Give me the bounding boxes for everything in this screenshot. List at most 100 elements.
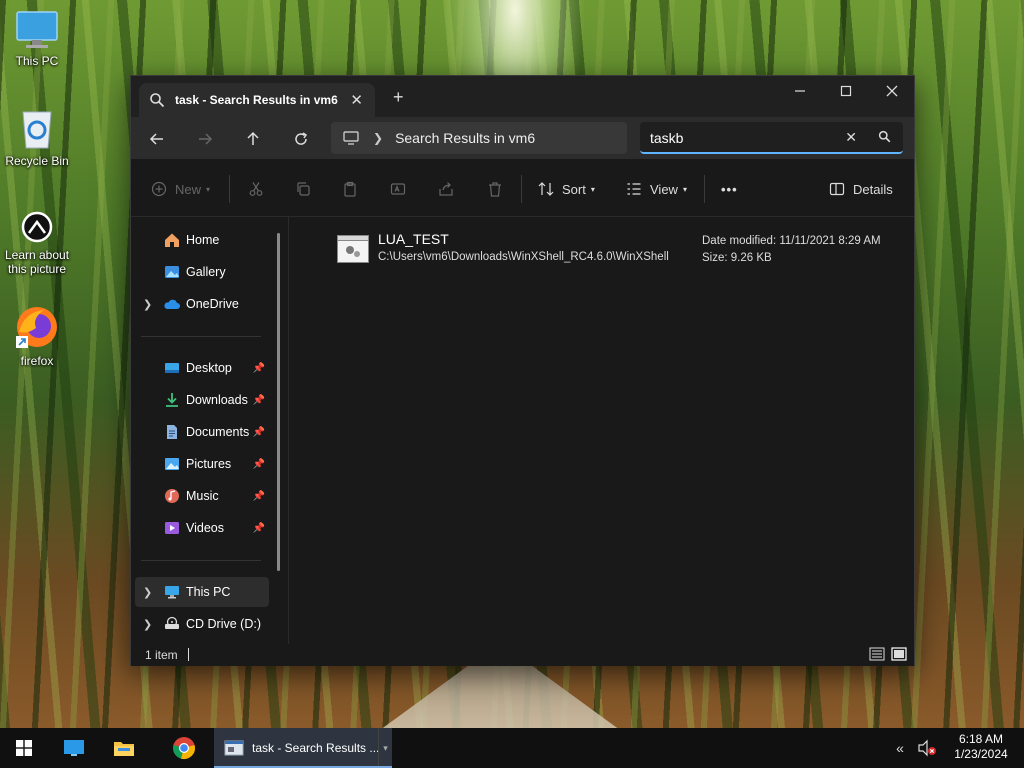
home-icon [165,233,179,247]
sidebar-item-label: Downloads [186,393,248,407]
nav-scrollbar[interactable] [277,233,280,571]
sidebar-item-label: Gallery [186,265,226,279]
tab-search-results[interactable]: task - Search Results in vm6 ✕ [139,83,375,117]
monitor-icon [16,11,58,48]
details-button[interactable]: Details [829,178,893,200]
taskbar: task - Search Results ... ▾ « 6:18 AM 1/… [0,728,1024,768]
rename-button[interactable] [390,178,406,200]
chevron-left-double-icon: « [896,740,904,756]
document-icon [167,425,177,439]
sidebar-item-documents[interactable]: Documents 📌 [135,417,269,447]
file-explorer-taskbar-button[interactable] [102,728,146,768]
new-button[interactable]: New ▾ [151,178,210,200]
sidebar-item-gallery[interactable]: Gallery [135,257,269,287]
desktop-icon-firefox[interactable]: firefox [0,304,74,368]
search-input[interactable] [650,128,840,148]
sort-label: Sort [562,181,586,197]
forward-button[interactable] [193,127,217,151]
close-tab-icon[interactable]: ✕ [350,91,363,109]
chrome-icon [173,737,195,759]
toolbar-divider [704,175,705,203]
volume-button[interactable] [914,728,940,768]
firefox-icon [16,307,57,348]
sidebar-item-this-pc[interactable]: ❯ This PC [135,577,269,607]
sidebar-item-cd-drive[interactable]: ❯ CD Drive (D:) [135,609,269,639]
address-bar[interactable]: ❯ Search Results in vm6 [331,122,627,154]
file-path: C:\Users\vm6\Downloads\WinXShell_RC4.6.0… [378,251,669,263]
sort-button[interactable]: Sort ▾ [538,178,595,200]
status-bar: 1 item [131,644,914,666]
chevron-right-icon[interactable]: ❯ [143,586,152,599]
recycle-bin-icon [22,111,52,149]
pin-icon[interactable]: 📌 [253,459,265,470]
paste-button[interactable] [342,178,358,200]
sidebar-item-label: Music [186,489,219,503]
sidebar-item-label: Pictures [186,457,232,471]
sidebar-item-label: Documents [186,425,250,439]
sidebar-item-downloads[interactable]: Downloads 📌 [135,385,269,415]
back-button[interactable] [145,127,169,151]
pin-icon[interactable]: 📌 [253,491,265,502]
details-view-icon[interactable] [869,647,885,661]
pane-splitter[interactable] [288,217,289,647]
toolbar-divider [521,175,522,203]
chevron-right-icon[interactable]: ❯ [143,618,152,631]
show-hidden-icons-button[interactable]: « [890,728,910,768]
pictures-icon [165,458,179,470]
chevron-down-icon[interactable]: ▾ [378,728,392,768]
explorer-window-taskbar-button[interactable]: task - Search Results ... ▾ [214,728,392,768]
share-button[interactable] [438,178,454,200]
new-tab-button[interactable]: + [393,87,404,108]
sidebar-item-label: This PC [186,585,231,599]
pin-icon[interactable]: 📌 [253,363,265,374]
desktop-icon-this-pc[interactable]: This PC [0,10,74,68]
breadcrumb-location[interactable]: Search Results in vm6 [395,130,535,146]
refresh-button[interactable] [289,127,313,151]
minimize-icon [795,90,805,92]
clear-search-icon[interactable]: ✕ [845,129,857,146]
pin-icon[interactable]: 📌 [253,395,265,406]
desktop-icon-recycle-bin[interactable]: Recycle Bin [0,106,74,168]
chevron-down-icon: ▾ [682,184,687,194]
pin-icon[interactable]: 📌 [253,523,265,534]
arrow-left-icon [149,133,163,145]
start-button[interactable] [0,728,48,768]
sidebar-item-videos[interactable]: Videos 📌 [135,513,269,543]
status-divider [188,648,189,661]
copy-button[interactable] [295,178,311,200]
item-count: 1 item [145,648,178,662]
desktop-icon-label: Recycle Bin [5,154,69,168]
view-button[interactable]: View ▾ [626,178,687,200]
minimize-button[interactable] [777,76,823,106]
task-view-button[interactable] [52,728,96,768]
trash-icon [489,182,501,197]
desktop-icon-learn-about-picture[interactable]: Learn about this picture [0,210,74,276]
list-item[interactable]: LUA_TEST C:\Users\vm6\Downloads\WinXShel… [337,229,897,275]
download-icon [166,393,178,407]
chevron-right-icon[interactable]: ❯ [143,298,152,311]
more-options-button[interactable]: ••• [721,178,738,200]
music-icon [165,489,179,503]
folder-icon [114,742,134,756]
sidebar-item-onedrive[interactable]: ❯ OneDrive [135,289,269,319]
taskbar-window-label: task - Search Results ... [252,741,380,755]
sidebar-item-pictures[interactable]: Pictures 📌 [135,449,269,479]
clock-date: 1/23/2024 [954,747,1008,761]
system-clock[interactable]: 6:18 AM 1/23/2024 [948,732,1014,762]
search-icon[interactable] [878,130,891,143]
pin-icon[interactable]: 📌 [253,427,265,438]
chevron-right-icon[interactable]: ❯ [373,131,383,145]
sidebar-item-home[interactable]: Home [135,225,269,255]
sidebar-item-music[interactable]: Music 📌 [135,481,269,511]
up-button[interactable] [241,127,265,151]
close-window-button[interactable] [869,76,915,106]
maximize-button[interactable] [823,76,869,106]
sidebar-item-desktop[interactable]: Desktop 📌 [135,353,269,383]
cut-button[interactable] [248,178,264,200]
delete-button[interactable] [487,178,503,200]
scissors-icon [249,182,263,196]
chrome-taskbar-button[interactable] [162,728,206,768]
search-box[interactable]: ✕ [640,122,903,154]
refresh-icon [295,132,308,145]
tiles-view-icon[interactable] [891,647,907,661]
